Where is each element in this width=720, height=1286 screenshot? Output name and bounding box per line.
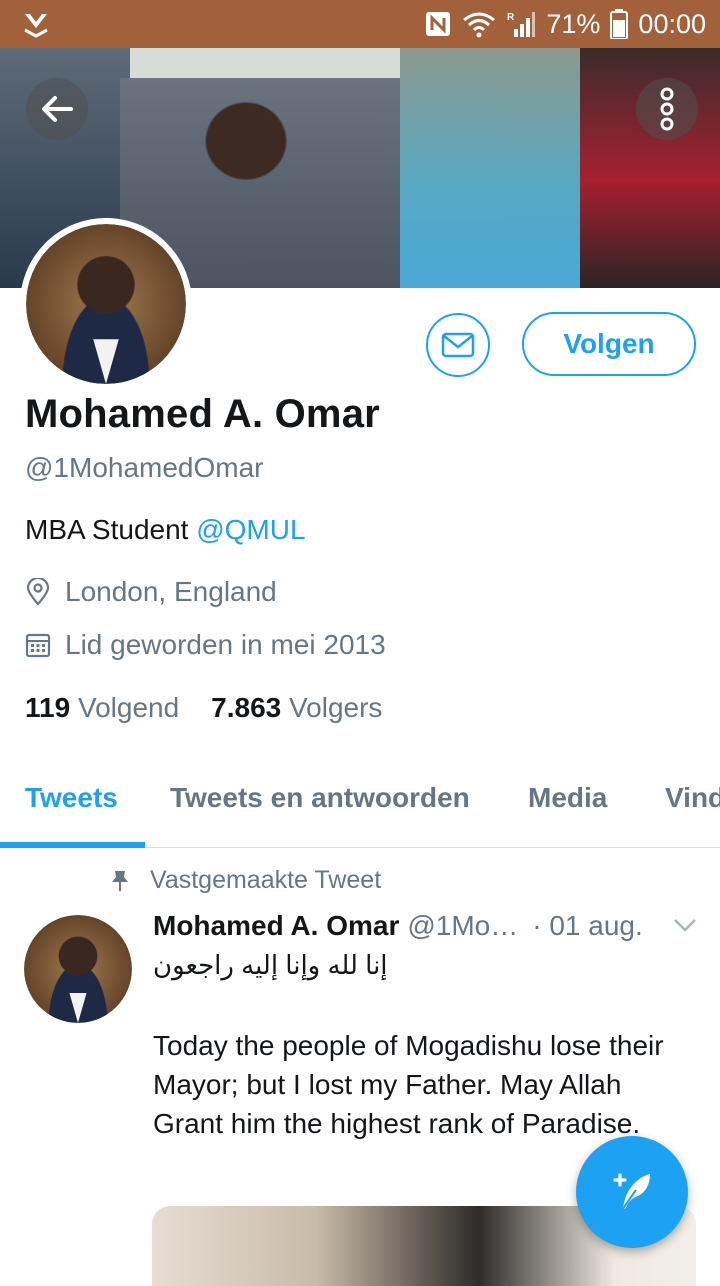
- nfc-icon: [426, 12, 451, 36]
- back-button[interactable]: [26, 78, 88, 140]
- tweet-date: · 01 aug.: [532, 910, 643, 941]
- location-text: London, England: [65, 576, 277, 607]
- battery-icon: [610, 9, 629, 39]
- profile-handle: @1MohamedOmar: [25, 452, 264, 483]
- tab-media[interactable]: Media: [528, 782, 607, 814]
- mail-icon: [441, 332, 475, 358]
- chevron-down-icon[interactable]: [672, 916, 698, 934]
- tweet-text: Today the people of Mogadishu lose their…: [153, 1030, 664, 1139]
- back-arrow-icon: [42, 96, 73, 122]
- status-bar: R 71% 00:00: [0, 0, 720, 48]
- tweet-author-handle[interactable]: @1Mo…: [407, 910, 518, 942]
- clock: 00:00: [638, 8, 706, 39]
- compose-tweet-button[interactable]: [576, 1136, 688, 1248]
- svg-text:R: R: [507, 12, 515, 23]
- following-link[interactable]: 119 Volgend: [25, 692, 179, 724]
- tweet-text-arabic: إنا لله وإنا إليه راجعون: [153, 950, 388, 980]
- tab-likes[interactable]: Vind: [665, 782, 720, 814]
- message-button[interactable]: [426, 313, 490, 377]
- tweet-author-avatar[interactable]: [24, 915, 132, 1023]
- pin-icon: [112, 870, 128, 891]
- wifi-icon: [463, 12, 496, 38]
- pinned-tweet-label: Vastgemaakte Tweet: [110, 866, 381, 895]
- follow-button[interactable]: Volgen: [522, 312, 696, 376]
- joined-text: Lid geworden in mei 2013: [65, 629, 386, 660]
- app-notification-icon: [24, 14, 48, 38]
- bio-text: MBA Student: [25, 514, 197, 545]
- tab-tweets-and-replies[interactable]: Tweets en antwoorden: [170, 782, 470, 814]
- battery-percent: 71%: [546, 8, 601, 39]
- tweet-author-name[interactable]: Mohamed A. Omar: [153, 910, 399, 942]
- more-vertical-icon: [660, 87, 674, 131]
- more-options-button[interactable]: [636, 78, 698, 140]
- follow-counts: 119 Volgend 7.863 Volgers: [25, 692, 382, 724]
- location-pin-icon: [26, 578, 50, 606]
- calendar-icon: [25, 633, 51, 658]
- profile-bio: MBA Student @QMUL: [25, 514, 306, 546]
- profile-avatar[interactable]: [20, 218, 192, 390]
- followers-link[interactable]: 7.863 Volgers: [211, 692, 382, 724]
- tab-tweets[interactable]: Tweets: [25, 782, 118, 814]
- profile-joined-date: Lid geworden in mei 2013: [25, 629, 386, 661]
- compose-feather-icon: [613, 1173, 650, 1211]
- cell-signal-icon: R: [507, 12, 536, 37]
- tweet-header: Mohamed A. Omar @1Mo… · 01 aug.: [153, 910, 698, 942]
- active-tab-indicator: [0, 842, 145, 848]
- profile-tabs: Tweets Tweets en antwoorden Media Vind: [0, 758, 720, 848]
- bio-mention-link[interactable]: @QMUL: [196, 514, 305, 545]
- profile-location: London, England: [25, 576, 277, 608]
- profile-name: Mohamed A. Omar: [25, 392, 380, 436]
